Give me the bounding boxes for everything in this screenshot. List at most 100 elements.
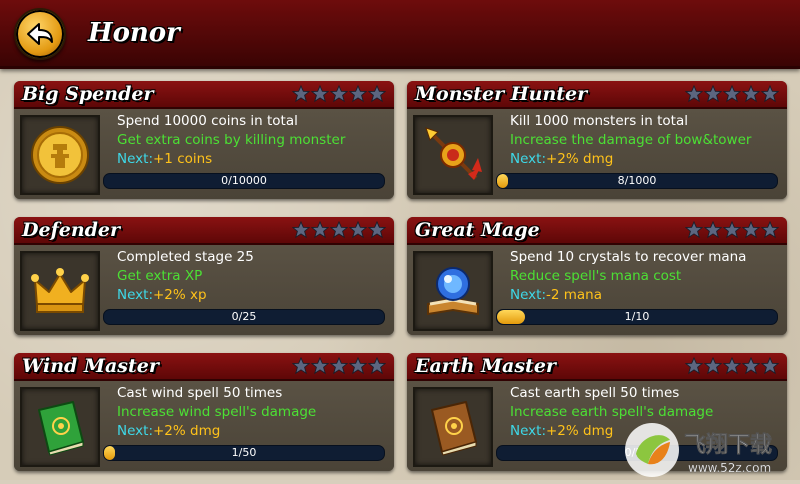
next-reward: Next:+2% xp [117, 287, 207, 303]
star-icon [742, 221, 760, 239]
progress-text: 0/10000 [221, 174, 267, 187]
star-icon [704, 85, 722, 103]
next-label: Next: [117, 151, 153, 167]
next-value: +2% dmg [546, 151, 614, 167]
back-button[interactable] [14, 8, 66, 60]
star-icon [368, 221, 386, 239]
achievement-icon-frame [20, 387, 100, 467]
achievement-reward: Get extra coins by killing monster [117, 132, 346, 148]
page-title: Honor [88, 18, 180, 48]
star-icon [349, 85, 367, 103]
achievement-description: Kill 1000 monsters in total [510, 113, 688, 129]
star-icon [761, 221, 779, 239]
next-label: Next: [117, 287, 153, 303]
card-header: Earth Master [407, 353, 787, 381]
card-body: Completed stage 25 Get extra XP Next:+2%… [14, 245, 394, 335]
star-icon [330, 221, 348, 239]
star-rating [292, 357, 386, 375]
back-arrow-icon [27, 23, 53, 45]
achievement-title: Earth Master [415, 355, 556, 377]
achievement-card: Monster Hunter Kill 1000 monsters in tot… [407, 81, 787, 199]
star-icon [292, 85, 310, 103]
star-icon [742, 357, 760, 375]
star-icon [311, 221, 329, 239]
achievement-card: Wind Master Cast wind spell 50 times Inc… [14, 353, 394, 471]
achievement-description: Cast wind spell 50 times [117, 385, 283, 401]
star-icon [742, 85, 760, 103]
next-reward: Next:-2 mana [510, 287, 602, 303]
card-header: Great Mage [407, 217, 787, 245]
star-icon [704, 221, 722, 239]
achievement-card: Defender Completed stage 25 Get extra XP… [14, 217, 394, 335]
star-icon [723, 221, 741, 239]
crystal-ball-icon [427, 267, 479, 316]
achievement-icon-frame [413, 387, 493, 467]
achievement-icon-frame [413, 115, 493, 195]
achievement-icon-frame [20, 251, 100, 331]
star-icon [349, 357, 367, 375]
next-reward: Next:+1 coins [117, 151, 212, 167]
star-rating [292, 85, 386, 103]
achievement-title: Wind Master [22, 355, 159, 377]
achievement-description: Completed stage 25 [117, 249, 254, 265]
next-label: Next: [510, 287, 546, 303]
star-rating [292, 221, 386, 239]
star-icon [761, 357, 779, 375]
achievement-title: Monster Hunter [415, 83, 588, 105]
card-body: Spend 10 crystals to recover mana Reduce… [407, 245, 787, 335]
achievement-title: Defender [22, 219, 121, 241]
achievement-reward: Increase earth spell's damage [510, 404, 714, 420]
crown-icon [31, 268, 89, 313]
achievement-reward: Reduce spell's mana cost [510, 268, 682, 284]
star-icon [330, 85, 348, 103]
progress-text: 1/10 [624, 310, 650, 323]
watermark-url: www.52z.com [688, 461, 771, 475]
achievement-reward: Increase wind spell's damage [117, 404, 317, 420]
achievement-reward: Get extra XP [117, 268, 203, 284]
watermark-text: 飞翔下载 [684, 432, 772, 458]
star-icon [349, 221, 367, 239]
achievement-icon-frame [413, 251, 493, 331]
progress-bar: 0/10000 [103, 173, 385, 189]
star-icon [330, 357, 348, 375]
star-rating [685, 85, 779, 103]
star-icon [761, 85, 779, 103]
achievement-reward: Increase the damage of bow&tower [510, 132, 752, 148]
card-header: Big Spender [14, 81, 394, 109]
progress-bar: 0/25 [103, 309, 385, 325]
next-value: +2% dmg [546, 423, 614, 439]
arrow-target-icon [425, 127, 482, 180]
star-icon [723, 357, 741, 375]
next-label: Next: [117, 423, 153, 439]
next-value: +2% xp [153, 287, 207, 303]
next-value: +1 coins [153, 151, 213, 167]
achievement-icon-frame [20, 115, 100, 195]
green-spellbook-icon [38, 401, 84, 456]
progress-bar: 1/10 [496, 309, 778, 325]
top-bar: Honor [0, 0, 800, 69]
achievement-description: Spend 10 crystals to recover mana [510, 249, 747, 265]
progress-text: 1/50 [231, 446, 257, 459]
progress-text: 0/25 [231, 310, 257, 323]
site-watermark: 飞翔下载 www.52z.com [622, 420, 800, 480]
star-icon [368, 85, 386, 103]
gold-coin-icon [31, 126, 89, 184]
brown-spellbook-icon [431, 401, 477, 456]
next-label: Next: [510, 423, 546, 439]
achievement-card: Great Mage Spend 10 crystals to recover … [407, 217, 787, 335]
achievement-description: Spend 10000 coins in total [117, 113, 298, 129]
star-icon [311, 85, 329, 103]
star-icon [704, 357, 722, 375]
star-rating [685, 221, 779, 239]
star-icon [723, 85, 741, 103]
star-rating [685, 357, 779, 375]
watermark-logo: 飞翔下载 www.52z.com [625, 423, 772, 477]
next-value: +2% dmg [153, 423, 221, 439]
card-header: Defender [14, 217, 394, 245]
card-body: Kill 1000 monsters in total Increase the… [407, 109, 787, 199]
progress-bar: 1/50 [103, 445, 385, 461]
next-reward: Next:+2% dmg [510, 423, 613, 439]
star-icon [292, 357, 310, 375]
star-icon [292, 221, 310, 239]
achievement-description: Cast earth spell 50 times [510, 385, 680, 401]
